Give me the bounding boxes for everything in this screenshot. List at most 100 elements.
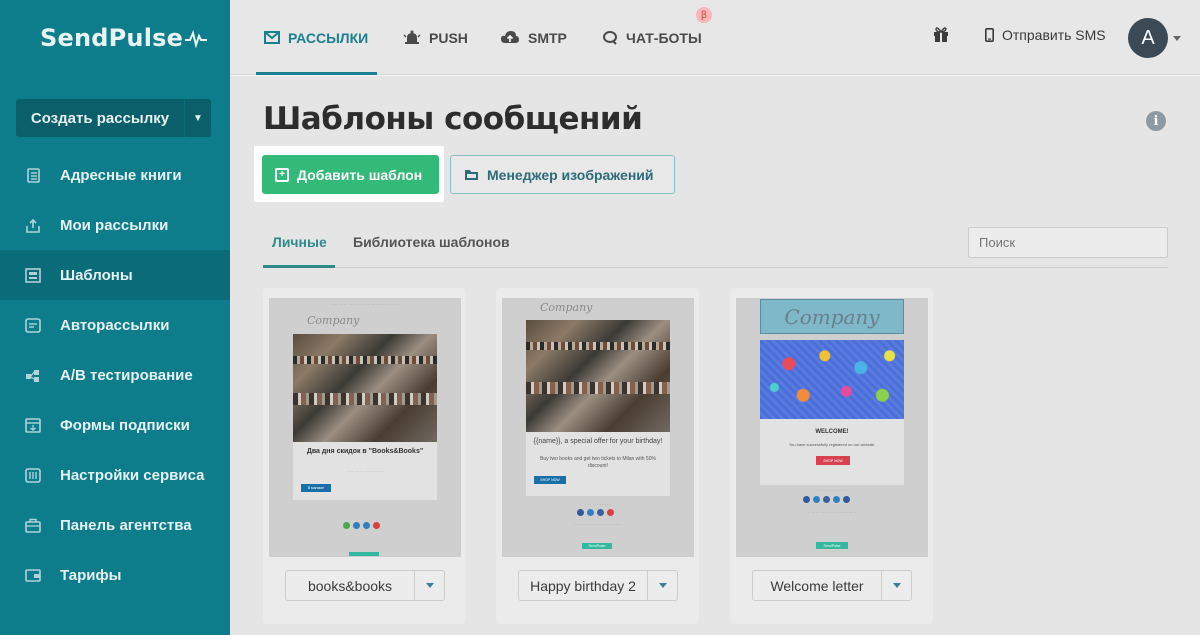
tab-label: SMTP [528,29,567,46]
template-card[interactable]: Company {{name}}, a special offer for yo… [496,288,699,624]
preview-cta: SHOP NOW [816,456,850,465]
forms-icon [25,417,41,433]
preview-social-icons [803,496,850,503]
sidebar-item-agency-panel[interactable]: Панель агентства [0,500,230,550]
sidebar-item-address-books[interactable]: Адресные книги [0,150,230,200]
logo-bar: SendPulse [0,0,230,75]
sidebar-item-service-settings[interactable]: Настройки сервиса [0,450,230,500]
preview-footer-text: · · · · · · · · · · · · · · · · · · · · [574,522,622,527]
sidebar-item-my-campaigns[interactable]: Мои рассылки [0,200,230,250]
sidebar-item-subscription-forms[interactable]: Формы подписки [0,400,230,450]
tab-personal[interactable]: Личные [263,226,335,268]
preview-logo: Company [784,304,880,329]
wallet-icon [25,567,41,583]
sidebar: SendPulse Создать рассылку ▼ Адресные кн… [0,0,230,635]
preview-photo [526,320,670,432]
page-title: Шаблоны сообщений [263,101,643,137]
info-icon[interactable]: i [1146,111,1166,131]
sidebar-item-ab-testing[interactable]: A/B тестирование [0,350,230,400]
preview-footer-badge [349,552,379,556]
template-actions-dropdown[interactable] [648,571,677,600]
avatar[interactable]: A [1128,18,1168,58]
chevron-down-icon[interactable] [1173,36,1181,41]
template-preview[interactable]: · · · · · · · · · · · · · · · · · · · · … [269,298,461,557]
preview-logo: Company [540,301,593,314]
sidebar-item-label: Настройки сервиса [60,466,205,484]
tab-chatbots[interactable]: ЧАТ-БОТЫ [602,0,702,75]
send-sms-link[interactable]: Отправить SMS [985,0,1106,70]
sidebar-item-label: A/B тестирование [60,366,193,384]
add-template-button[interactable]: + Добавить шаблон [262,155,439,194]
preview-copyright: · · · · · · · · · · · [819,488,845,493]
sidebar-menu: Адресные книги Мои рассылки Шаблоны Авто… [0,150,230,600]
preview-footer-badge: SendPulse [582,543,612,549]
sidebar-item-label: Формы подписки [60,416,190,434]
chat-icon [602,30,618,45]
gift-icon[interactable] [933,26,949,48]
preview-balloons-image [760,340,904,419]
tab-smtp[interactable]: SMTP [500,0,567,75]
template-actions-dropdown[interactable] [415,571,444,600]
folder-icon [464,168,479,181]
campaigns-icon [25,217,41,233]
preview-body: Два дня скидок в "Books&Books" · · · · ·… [293,442,437,500]
image-manager-button[interactable]: Менеджер изображений [450,155,675,194]
main-content: Шаблоны сообщений i + Добавить шаблон Ме… [230,76,1200,635]
template-actions-dropdown[interactable] [882,571,911,600]
preview-social-icons [343,522,380,529]
preview-footer-badge: SendPulse [816,542,848,549]
sidebar-item-label: Адресные книги [60,166,182,184]
templates-icon [25,267,41,283]
sidebar-item-pricing[interactable]: Тарифы [0,550,230,600]
tab-label: ЧАТ-БОТЫ [626,29,702,46]
address-book-icon [25,167,41,183]
create-campaign-button[interactable]: Создать рассылку [16,99,184,137]
tab-template-library[interactable]: Библиотека шаблонов [353,226,510,268]
sidebar-item-templates[interactable]: Шаблоны [0,250,230,300]
preview-social-icons [577,509,614,516]
template-name[interactable]: books&books [286,571,415,600]
preview-headline: Два дня скидок в "Books&Books" [306,448,424,455]
preview-header-text: · · · · · · · · · · · · · · · · · · · · … [331,302,399,307]
settings-icon [25,467,41,483]
automation-icon [25,317,41,333]
tab-label: PUSH [429,29,468,46]
preview-body: {{name}}, a special offer for your birth… [526,432,670,496]
preview-headline: {{name}}, a special offer for your birth… [533,438,663,445]
ab-test-icon [25,367,41,383]
beta-badge: β [696,7,712,23]
template-name[interactable]: Welcome letter [753,571,882,600]
template-name-control: books&books [285,570,445,601]
template-card[interactable]: · · · · · · · · · · · · · · · · · · · · … [263,288,466,624]
logo[interactable]: SendPulse [40,24,208,52]
tab-push[interactable]: PUSH [403,0,468,75]
phone-icon [985,28,994,42]
preview-subtext: You have successfully registered on our … [788,442,876,447]
sidebar-item-label: Авторассылки [60,316,170,334]
preview-body: WELCOME! You have successfully registere… [760,419,904,485]
cloud-upload-icon [500,30,520,45]
preview-copyright: · · · · · · · · · · · [585,502,611,507]
add-template-label: Добавить шаблон [297,166,423,183]
envelope-icon [264,31,280,44]
template-name-control: Welcome letter [752,570,912,601]
send-sms-label: Отправить SMS [1002,27,1106,43]
preview-footer-text: · · · · · · · · · · · · · · · · · · · · [808,510,856,515]
template-name-control: Happy birthday 2 [518,570,678,601]
preview-cta: SHOP NOW [534,476,566,484]
preview-photo [293,334,437,442]
preview-headline: WELCOME! [815,429,849,435]
preview-cta: В магазин [301,484,331,492]
sidebar-item-label: Тарифы [60,566,122,584]
sidebar-item-label: Шаблоны [60,266,133,284]
template-preview[interactable]: Company WELCOME! You have successfully r… [736,298,928,557]
template-card[interactable]: Company WELCOME! You have successfully r… [730,288,933,624]
preview-header: Company [760,299,904,334]
template-preview[interactable]: Company {{name}}, a special offer for yo… [502,298,694,557]
create-campaign-dropdown[interactable]: ▼ [184,99,211,137]
top-navigation: РАССЫЛКИ PUSH SMTP ЧАТ-БОТЫ β Отправить … [230,0,1200,75]
template-name[interactable]: Happy birthday 2 [519,571,648,600]
tab-campaigns[interactable]: РАССЫЛКИ [256,0,377,75]
sidebar-item-automation[interactable]: Авторассылки [0,300,230,350]
search-input[interactable] [968,227,1168,258]
